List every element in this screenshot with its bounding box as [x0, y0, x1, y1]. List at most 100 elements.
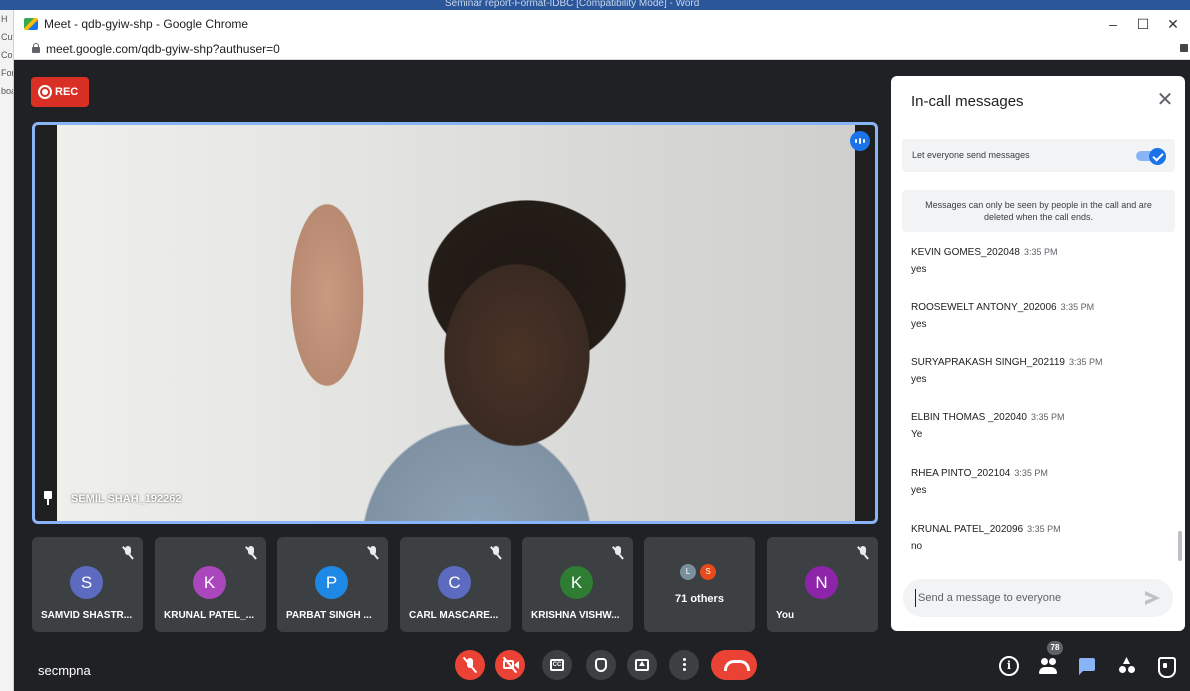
message-time: 3:35 PM [1027, 524, 1061, 534]
send-icon[interactable] [1145, 591, 1161, 605]
participant-tile[interactable]: C CARL MASCARE... [400, 537, 511, 632]
avatar: C [438, 566, 471, 599]
message-list: KEVIN GOMES_202048 3:35 PM yes ROOSEWELT … [911, 242, 1171, 560]
avatar: K [560, 566, 593, 599]
mic-off-icon [367, 546, 379, 560]
host-controls-icon[interactable] [1155, 656, 1176, 678]
permission-toggle[interactable] [1136, 148, 1166, 165]
recording-label: REC [55, 86, 79, 98]
lock-icon[interactable] [32, 43, 40, 53]
mic-off-icon [490, 546, 502, 560]
message-sender: RHEA PINTO_202104 [911, 468, 1011, 479]
minimize-button[interactable]: – [1098, 14, 1128, 34]
camera-in-use-icon[interactable] [1180, 44, 1188, 52]
message-time: 3:35 PM [1031, 412, 1065, 422]
avatar: P [315, 566, 348, 599]
mic-off-icon [122, 546, 134, 560]
url-text[interactable]: meet.google.com/qdb-gyiw-shp?authuser=0 [46, 42, 280, 56]
captions-button[interactable]: CC [542, 650, 572, 680]
others-count-label: 71 others [675, 593, 724, 605]
chat-notice: Messages can only be seen by people in t… [902, 190, 1175, 232]
present-button[interactable] [627, 650, 657, 680]
avatar: K [193, 566, 226, 599]
message-time: 3:35 PM [1068, 357, 1103, 367]
chat-message: KEVIN GOMES_202048 3:35 PM yes [911, 242, 1171, 282]
chrome-window: Meet - qdb-gyiw-shp - Google Chrome – ☐ … [14, 10, 1190, 691]
avatar: L [680, 564, 696, 580]
participant-name: SAMVID SHASTR... [41, 610, 133, 621]
participant-name: KRUNAL PATEL_... [164, 610, 255, 621]
address-bar[interactable]: meet.google.com/qdb-gyiw-shp?authuser=0 [14, 38, 1190, 60]
ribbon-fragment: Cut [1, 32, 13, 42]
people-icon[interactable] [1038, 656, 1058, 676]
meet-stage: REC SEMIL SHAH_192262 S SAMVID SHASTR...… [14, 60, 1190, 691]
activities-icon[interactable] [1117, 656, 1137, 676]
meeting-code: secmpna [38, 663, 91, 678]
speaking-indicator-icon [850, 131, 870, 151]
mic-toggle-button[interactable] [455, 650, 485, 680]
maximize-button[interactable]: ☐ [1128, 14, 1158, 34]
end-call-button[interactable] [711, 650, 757, 680]
message-time: 3:35 PM [1014, 468, 1048, 478]
message-text: yes [911, 264, 927, 275]
background-word-titlebar: Seminar report-Format-IDBC [Compatibilit… [0, 0, 1190, 10]
recording-badge[interactable]: REC [31, 77, 89, 107]
close-window-button[interactable]: ✕ [1158, 14, 1188, 34]
participant-tile[interactable]: K KRUNAL PATEL_... [155, 537, 266, 632]
raise-hand-icon [595, 658, 607, 672]
self-tile[interactable]: N You [767, 537, 878, 632]
main-speaker-video[interactable]: SEMIL SHAH_192262 [32, 122, 878, 524]
raise-hand-button[interactable] [586, 650, 616, 680]
avatar: N [805, 566, 838, 599]
participant-tiles: S SAMVID SHASTR... K KRUNAL PATEL_... P … [32, 537, 878, 632]
ribbon-fragment: H [1, 14, 8, 24]
message-sender: SURYAPRAKASH SINGH_202119 [911, 357, 1065, 368]
message-sender: ROOSEWELT ANTONY_202006 [911, 302, 1057, 313]
chat-icon[interactable] [1077, 656, 1097, 676]
background-word-ribbon: H Cut Cop Forn boar [0, 10, 14, 691]
participant-tile[interactable]: P PARBAT SINGH ... [277, 537, 388, 632]
participant-tile[interactable]: S SAMVID SHASTR... [32, 537, 143, 632]
meet-favicon-icon [24, 18, 38, 30]
participant-name: KRISHNA VISHW... [531, 610, 620, 621]
record-icon [38, 85, 52, 99]
pin-icon[interactable] [43, 491, 53, 505]
message-sender: KEVIN GOMES_202048 [911, 247, 1020, 258]
chat-message: RHEA PINTO_202104 3:35 PM yes [911, 463, 1171, 503]
message-time: 3:35 PM [1060, 302, 1095, 312]
avatar: S [70, 566, 103, 599]
message-text: Ye [911, 429, 923, 440]
message-sender: ELBIN THOMAS _202040 [911, 412, 1027, 423]
message-input[interactable] [915, 589, 1135, 607]
ribbon-fragment: Cop [1, 50, 13, 60]
chat-message: ELBIN THOMAS _202040 3:35 PM Ye [911, 407, 1171, 447]
video-feed [57, 125, 855, 521]
participant-count-badge: 78 [1047, 641, 1063, 655]
message-composer [903, 579, 1173, 617]
participant-tile[interactable]: K KRISHNA VISHW... [522, 537, 633, 632]
camera-toggle-button[interactable] [495, 650, 525, 680]
ribbon-fragment: boar [1, 86, 13, 96]
participant-name: You [776, 610, 795, 621]
more-options-icon [683, 658, 686, 661]
chat-message: SURYAPRAKASH SINGH_202119 3:35 PM yes [911, 352, 1171, 392]
mic-off-icon [857, 546, 869, 560]
close-icon[interactable]: ✕ [1155, 90, 1175, 110]
message-scrollbar[interactable] [1178, 531, 1182, 561]
participant-name: PARBAT SINGH ... [286, 610, 372, 621]
participant-name: CARL MASCARE... [409, 610, 499, 621]
chat-message: KRUNAL PATEL_202096 3:35 PM no [911, 519, 1171, 559]
background-word-title: Seminar report-Format-IDBC [Compatibilit… [445, 0, 700, 9]
ribbon-fragment: Forn [1, 68, 13, 78]
mic-off-icon [245, 546, 257, 560]
message-text: yes [911, 374, 927, 385]
info-icon[interactable] [999, 656, 1019, 676]
chat-message: ROOSEWELT ANTONY_202006 3:35 PM yes [911, 297, 1171, 337]
others-tile[interactable]: L S 71 others [644, 537, 755, 632]
message-sender: KRUNAL PATEL_202096 [911, 524, 1024, 535]
chat-panel-title: In-call messages [911, 93, 1024, 110]
more-options-button[interactable] [669, 650, 699, 680]
message-text: yes [911, 485, 927, 496]
chat-panel: In-call messages ✕ Let everyone send mes… [891, 76, 1185, 631]
permission-label: Let everyone send messages [912, 150, 1030, 160]
